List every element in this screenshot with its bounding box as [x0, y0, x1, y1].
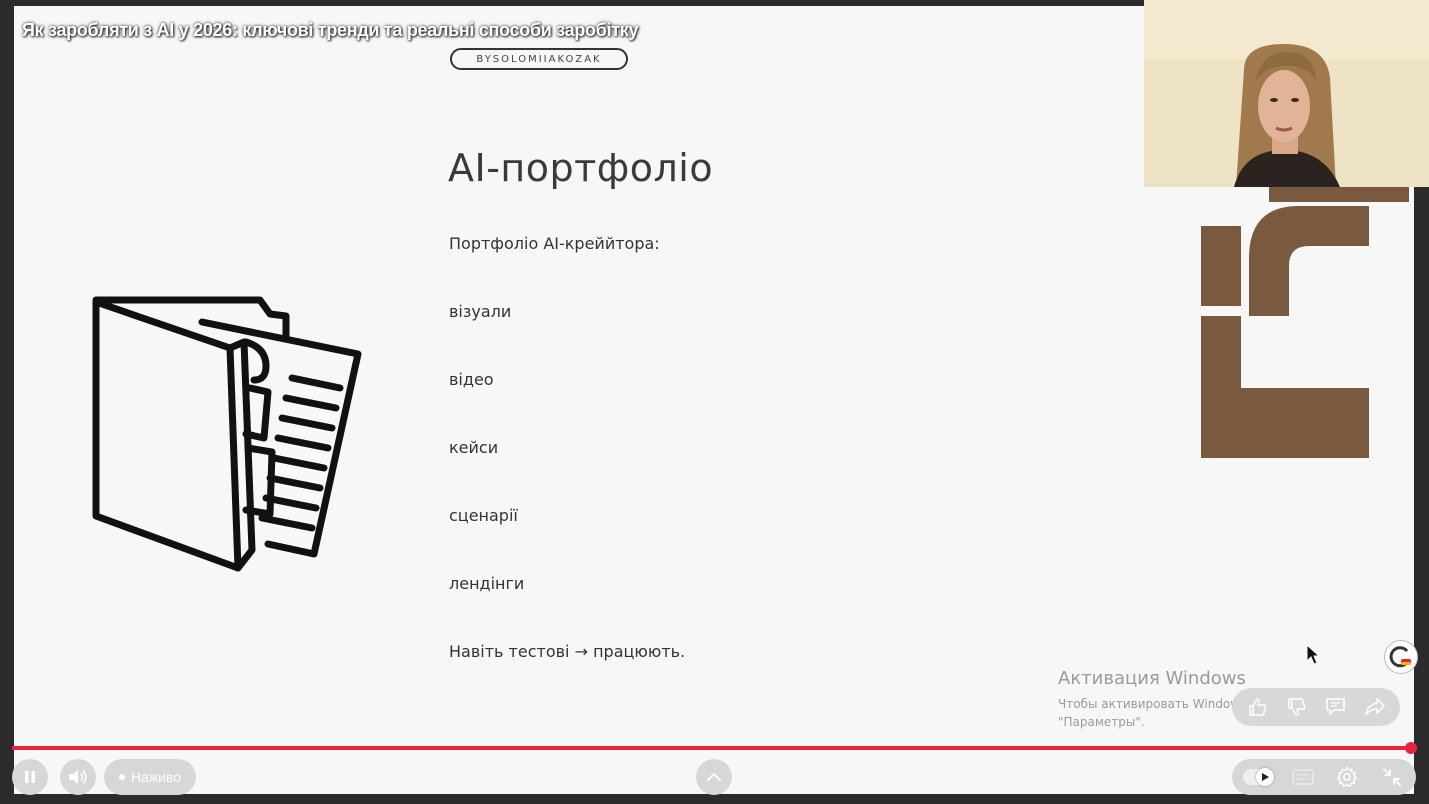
video-title: Як заробляти з AI у 2026: ключові тренди… — [22, 20, 639, 40]
thumbs-down-icon — [1287, 698, 1305, 716]
volume-icon — [69, 770, 87, 784]
slide-footer: Навіть тестові → працюють. — [449, 642, 686, 661]
autoplay-knob[interactable] — [1256, 768, 1274, 786]
live-dot-icon — [118, 774, 125, 780]
live-label: Наживо — [130, 769, 182, 785]
slide-item: кейси — [449, 438, 499, 457]
slide-title: AI-портфоліо — [448, 146, 714, 190]
g-logo-icon — [1389, 646, 1411, 668]
slide-subtitle: Портфоліо AI-креййтора: — [449, 234, 660, 253]
brand-pill: BYSOLOMIIAKOZAK — [450, 48, 628, 70]
slide-item: відео — [449, 370, 494, 389]
mouse-cursor-icon — [1306, 644, 1320, 665]
folder-documents-icon — [92, 296, 362, 572]
extension-badge[interactable] — [1384, 640, 1418, 674]
comment-button[interactable] — [1322, 693, 1350, 721]
comment-icon — [1325, 698, 1345, 715]
watermark-title: Активация Windows — [1058, 668, 1246, 689]
slide-item: лендінги — [449, 574, 525, 593]
windows-activation-watermark: Активация Windows Чтобы активировать Win… — [1058, 668, 1250, 731]
fifty-logo-decoration — [1201, 166, 1409, 458]
volume-button[interactable] — [60, 759, 96, 795]
gear-icon[interactable] — [1336, 766, 1358, 788]
progress-fill — [12, 746, 1417, 750]
watermark-line: "Параметры". — [1058, 715, 1145, 729]
like-button[interactable] — [1244, 693, 1272, 721]
play-icon — [1262, 773, 1269, 781]
share-button[interactable] — [1361, 693, 1389, 721]
webcam-overlay — [1144, 0, 1429, 187]
dislike-button[interactable] — [1283, 693, 1311, 721]
progress-scrubber[interactable] — [1405, 742, 1417, 754]
watermark-line: Чтобы активировать Windows, — [1058, 697, 1251, 711]
live-indicator-button[interactable]: Наживо — [104, 759, 196, 795]
thumbs-up-icon — [1248, 698, 1266, 716]
chevron-up-icon — [707, 772, 721, 781]
reaction-bar — [1232, 688, 1400, 726]
pause-icon — [25, 771, 35, 783]
slide-item: сценарії — [449, 506, 518, 525]
expand-panel-button[interactable] — [696, 759, 732, 795]
share-icon — [1364, 698, 1385, 716]
pause-button[interactable] — [12, 759, 48, 795]
captions-icon[interactable] — [1292, 769, 1314, 785]
slide-item: візуали — [449, 302, 512, 321]
presenter-video-feed — [1144, 0, 1429, 187]
progress-bar[interactable] — [12, 742, 1417, 754]
exit-fullscreen-icon[interactable] — [1382, 767, 1402, 787]
